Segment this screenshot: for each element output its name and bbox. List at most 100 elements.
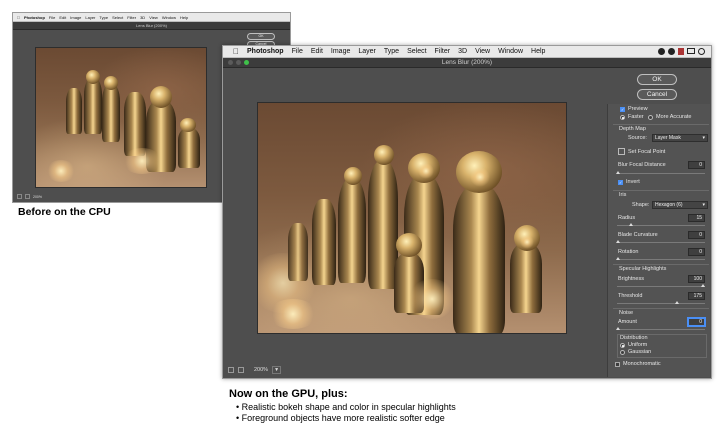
- crosshair-icon[interactable]: [618, 148, 625, 155]
- gpu-titlebar: Lens Blur (200%): [223, 58, 711, 68]
- uniform-radio[interactable]: [620, 343, 625, 348]
- monochromatic-checkbox[interactable]: [615, 362, 620, 367]
- cpu-menu-3d[interactable]: 3D: [140, 15, 145, 20]
- record-icon[interactable]: [658, 48, 665, 55]
- chess-piece: [510, 243, 542, 313]
- preview-checkbox[interactable]: ✓: [620, 107, 625, 112]
- preview-label: Preview: [628, 106, 648, 112]
- gpu-menu-edit[interactable]: Edit: [311, 48, 323, 55]
- gpu-bullet-list: • Realistic bokeh shape and color in spe…: [236, 402, 456, 424]
- cpu-preview-image: [35, 47, 207, 188]
- slider-thumb[interactable]: [675, 301, 679, 304]
- gpu-app-name[interactable]: Photoshop: [247, 48, 284, 55]
- slider-thumb[interactable]: [616, 171, 620, 174]
- blade-curvature-slider[interactable]: [616, 240, 705, 243]
- more-accurate-label: More Accurate: [656, 114, 692, 120]
- invert-label: Invert: [626, 179, 640, 185]
- slider-thumb[interactable]: [629, 223, 633, 226]
- source-label: Source:: [628, 135, 647, 141]
- chess-piece: [312, 199, 336, 285]
- gpu-menu-view[interactable]: View: [475, 48, 490, 55]
- radius-slider[interactable]: [617, 223, 705, 226]
- set-focal-point-label[interactable]: Set Focal Point: [628, 149, 665, 155]
- radius-field[interactable]: 15: [688, 214, 705, 222]
- cpu-menubar:  Photoshop File Edit Image Layer Type S…: [13, 13, 290, 22]
- bullet-text: Realistic bokeh shape and color in specu…: [241, 402, 456, 412]
- faster-label: Faster: [628, 114, 644, 120]
- gaussian-radio[interactable]: [620, 350, 625, 355]
- chevron-down-icon[interactable]: ▼: [272, 366, 282, 374]
- gpu-menu-image[interactable]: Image: [331, 48, 350, 55]
- cpu-menu-help[interactable]: Help: [180, 15, 188, 20]
- shield-icon[interactable]: [678, 48, 684, 55]
- slider-thumb[interactable]: [616, 327, 620, 330]
- gpu-menu-file[interactable]: File: [292, 48, 303, 55]
- shape-label: Shape:: [632, 202, 650, 208]
- cpu-menu-filter[interactable]: Filter: [127, 15, 136, 20]
- ok-button[interactable]: OK: [637, 74, 677, 85]
- gpu-menu-filter[interactable]: Filter: [435, 48, 451, 55]
- cpu-menu-select[interactable]: Select: [112, 15, 123, 20]
- slider-thumb[interactable]: [616, 257, 620, 260]
- brightness-field[interactable]: 100: [688, 275, 705, 283]
- zoom-in-icon[interactable]: [238, 367, 244, 373]
- gpu-zoom-level: 200%: [254, 367, 269, 373]
- slider-thumb[interactable]: [701, 284, 705, 287]
- chevron-down-icon: ▾: [702, 135, 705, 141]
- bokeh-highlight: [470, 167, 490, 187]
- zoom-in-icon[interactable]: [25, 194, 30, 199]
- zoom-out-icon[interactable]: [228, 367, 234, 373]
- maximize-window-icon[interactable]: [244, 60, 249, 65]
- cpu-zoom-level: 200%: [33, 194, 42, 199]
- noise-title: Noise: [619, 310, 634, 316]
- cpu-app-name[interactable]: Photoshop: [24, 15, 45, 20]
- apple-icon[interactable]: : [17, 15, 20, 20]
- gpu-menu-select[interactable]: Select: [407, 48, 426, 55]
- amount-field[interactable]: 0: [688, 318, 705, 326]
- chess-piece: [453, 185, 505, 333]
- chess-piece: [338, 179, 366, 283]
- gpu-menu-help[interactable]: Help: [531, 48, 545, 55]
- cpu-menu-window[interactable]: Window: [162, 15, 176, 20]
- minimize-window-icon[interactable]: [236, 60, 241, 65]
- invert-checkbox[interactable]: ✓: [618, 180, 623, 185]
- threshold-field[interactable]: 175: [688, 292, 705, 300]
- close-window-icon[interactable]: [228, 60, 233, 65]
- gpu-menu-type[interactable]: Type: [384, 48, 399, 55]
- gpu-menu-3d[interactable]: 3D: [458, 48, 467, 55]
- gpu-menubar:  Photoshop File Edit Image Layer Type S…: [223, 46, 711, 58]
- shape-dropdown[interactable]: Hexagon (6) ▾: [652, 201, 708, 209]
- cpu-menu-layer[interactable]: Layer: [85, 15, 95, 20]
- chess-piece: [124, 92, 146, 156]
- faster-radio[interactable]: [620, 115, 625, 120]
- zoom-out-icon[interactable]: [17, 194, 22, 199]
- gpu-menu-layer[interactable]: Layer: [358, 48, 376, 55]
- blur-focal-distance-field[interactable]: 0: [688, 161, 705, 169]
- cpu-menu-view[interactable]: View: [149, 15, 158, 20]
- cancel-button[interactable]: Cancel: [637, 89, 677, 100]
- apple-icon[interactable]: : [233, 47, 239, 56]
- more-accurate-radio[interactable]: [648, 115, 653, 120]
- cpu-ok-button[interactable]: OK: [247, 33, 275, 40]
- cpu-menu-edit[interactable]: Edit: [59, 15, 66, 20]
- rotation-slider[interactable]: [616, 257, 705, 260]
- rotation-field[interactable]: 0: [688, 248, 705, 256]
- divider: [613, 264, 709, 265]
- cpu-menu-image[interactable]: Image: [70, 15, 81, 20]
- threshold-slider[interactable]: [617, 301, 705, 304]
- slider-thumb[interactable]: [616, 240, 620, 243]
- cpu-menu-file[interactable]: File: [49, 15, 55, 20]
- display-icon[interactable]: [687, 48, 695, 54]
- gpu-menu-window[interactable]: Window: [498, 48, 523, 55]
- blade-curvature-field[interactable]: 0: [688, 231, 705, 239]
- divider: [613, 190, 709, 191]
- amount-slider[interactable]: [616, 327, 705, 330]
- bokeh-highlight: [520, 235, 534, 249]
- blur-focal-distance-slider[interactable]: [616, 171, 705, 174]
- source-dropdown[interactable]: Layer Mask ▾: [652, 134, 708, 142]
- brightness-slider[interactable]: [617, 284, 705, 287]
- cc-icon[interactable]: [668, 48, 675, 55]
- source-value: Layer Mask: [655, 135, 681, 141]
- ring-icon[interactable]: [698, 48, 705, 55]
- cpu-menu-type[interactable]: Type: [99, 15, 108, 20]
